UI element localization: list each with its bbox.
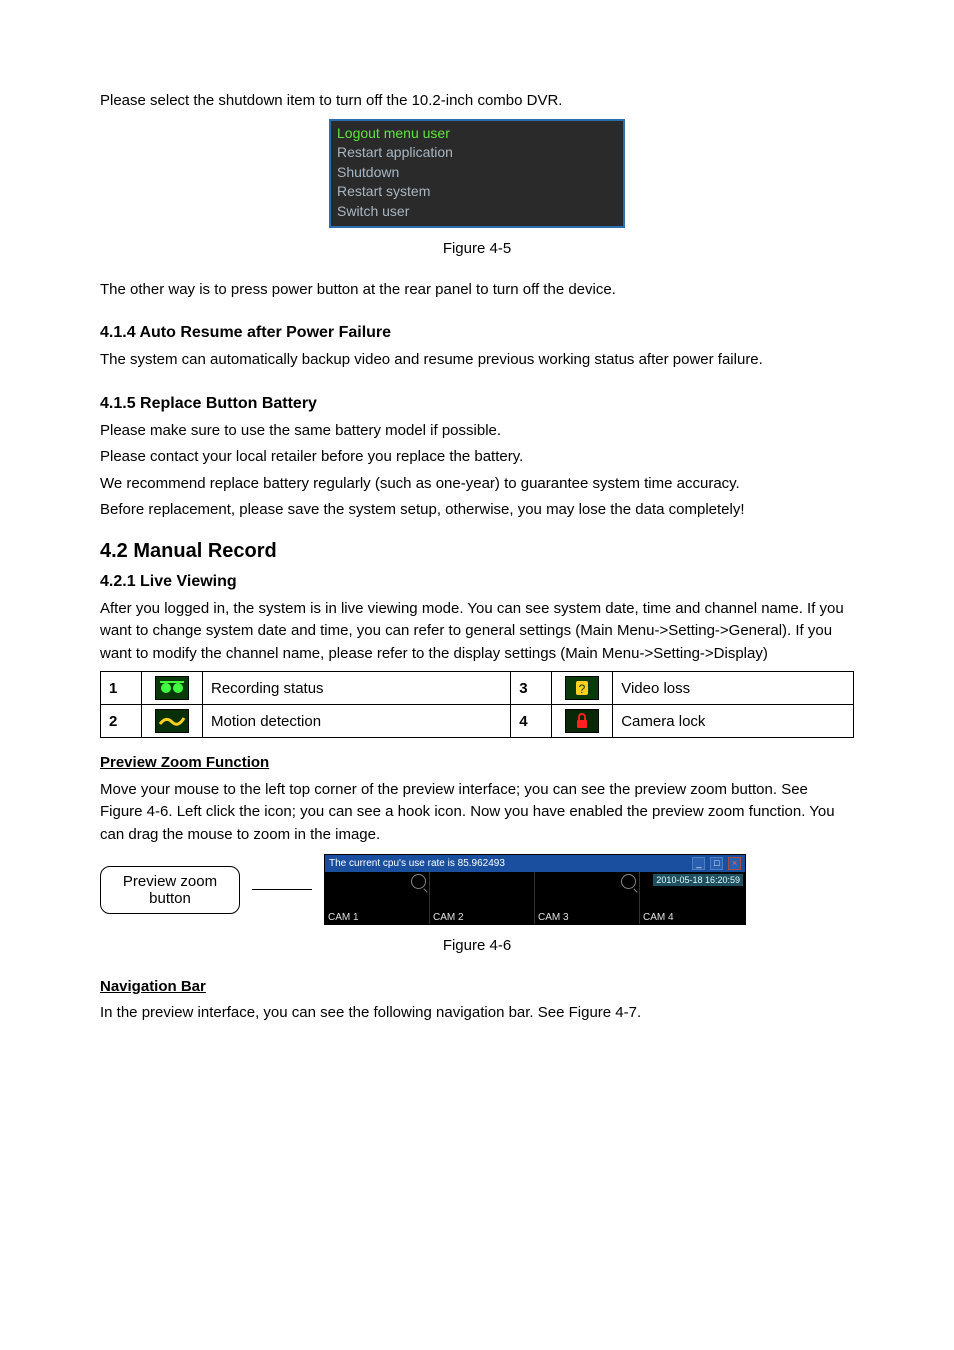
icon-cell [142, 705, 203, 738]
dvr-titlebar: The current cpu's use rate is 85.962493 … [325, 855, 745, 872]
callout-connector [252, 889, 312, 890]
dvr-title-text: The current cpu's use rate is 85.962493 [329, 858, 505, 869]
shutdown-menu-item[interactable]: Restart application [337, 143, 617, 163]
figure-caption: Figure 4-5 [100, 238, 854, 261]
shutdown-menu-item[interactable]: Shutdown [337, 163, 617, 183]
callout-label: Preview zoom button [100, 866, 240, 914]
cam-label: CAM 2 [433, 912, 464, 923]
datetime-badge: 2010-05-18 16:20:59 [653, 874, 743, 886]
shutdown-menu-item[interactable]: Restart system [337, 182, 617, 202]
icon-label: Recording status [203, 672, 511, 705]
subsection-heading: Preview Zoom Function [100, 754, 269, 771]
recording-status-icon [155, 676, 189, 700]
body-text: Please make sure to use the same battery… [100, 420, 854, 443]
icon-label: Camera lock [613, 705, 854, 738]
body-text: The other way is to press power button a… [100, 279, 854, 302]
close-icon[interactable]: × [728, 857, 741, 870]
zoom-icon[interactable] [621, 874, 636, 889]
minimize-icon[interactable]: _ [692, 857, 705, 870]
figure-caption: Figure 4-6 [100, 935, 854, 958]
figure-4-6: Preview zoom button The current cpu's us… [100, 854, 854, 925]
body-text: Move your mouse to the left top corner o… [100, 779, 854, 847]
shutdown-menu-item[interactable]: Switch user [337, 202, 617, 222]
section-heading: 4.2 Manual Record [100, 536, 854, 566]
svg-text:?: ? [579, 682, 586, 696]
body-text: In the preview interface, you can see th… [100, 1002, 854, 1025]
body-text: After you logged in, the system is in li… [100, 598, 854, 666]
row-index: 4 [511, 705, 552, 738]
cam-label: CAM 4 [643, 912, 674, 923]
icon-cell [142, 672, 203, 705]
zoom-icon[interactable] [411, 874, 426, 889]
body-text: We recommend replace battery regularly (… [100, 473, 854, 496]
icon-cell: ? [552, 672, 613, 705]
section-heading: 4.2.1 Live Viewing [100, 570, 854, 594]
window-controls: _ □ × [690, 857, 741, 870]
video-loss-icon: ? [565, 676, 599, 700]
preview-cell[interactable]: 2010-05-18 16:20:59 CAM 4 [640, 872, 745, 924]
body-text: Before replacement, please save the syst… [100, 499, 854, 522]
camera-lock-icon [565, 709, 599, 733]
section-heading: 4.1.5 Replace Button Battery [100, 392, 854, 416]
subsection-heading: Navigation Bar [100, 978, 206, 995]
icon-label: Motion detection [203, 705, 511, 738]
row-index: 1 [101, 672, 142, 705]
table-row: 1 Recording status 3 ? Video loss [101, 672, 854, 705]
shutdown-menu-item[interactable]: Logout menu user [337, 124, 617, 144]
body-text: The system can automatically backup vide… [100, 349, 854, 372]
dvr-preview-window: The current cpu's use rate is 85.962493 … [324, 854, 746, 925]
preview-cell[interactable]: CAM 3 [535, 872, 640, 924]
motion-detection-icon [155, 709, 189, 733]
section-heading: 4.1.4 Auto Resume after Power Failure [100, 321, 854, 345]
cam-label: CAM 1 [328, 912, 359, 923]
intro-text: Please select the shutdown item to turn … [100, 90, 854, 113]
shutdown-menu: Logout menu user Restart application Shu… [329, 119, 625, 229]
status-icon-table: 1 Recording status 3 ? Video loss 2 Moti… [100, 671, 854, 738]
cam-label: CAM 3 [538, 912, 569, 923]
row-index: 3 [511, 672, 552, 705]
table-row: 2 Motion detection 4 Camera lock [101, 705, 854, 738]
body-text: Please contact your local retailer befor… [100, 446, 854, 469]
preview-cell[interactable]: CAM 1 [325, 872, 430, 924]
icon-cell [552, 705, 613, 738]
row-index: 2 [101, 705, 142, 738]
maximize-icon[interactable]: □ [710, 857, 723, 870]
preview-cell[interactable]: CAM 2 [430, 872, 535, 924]
icon-label: Video loss [613, 672, 854, 705]
